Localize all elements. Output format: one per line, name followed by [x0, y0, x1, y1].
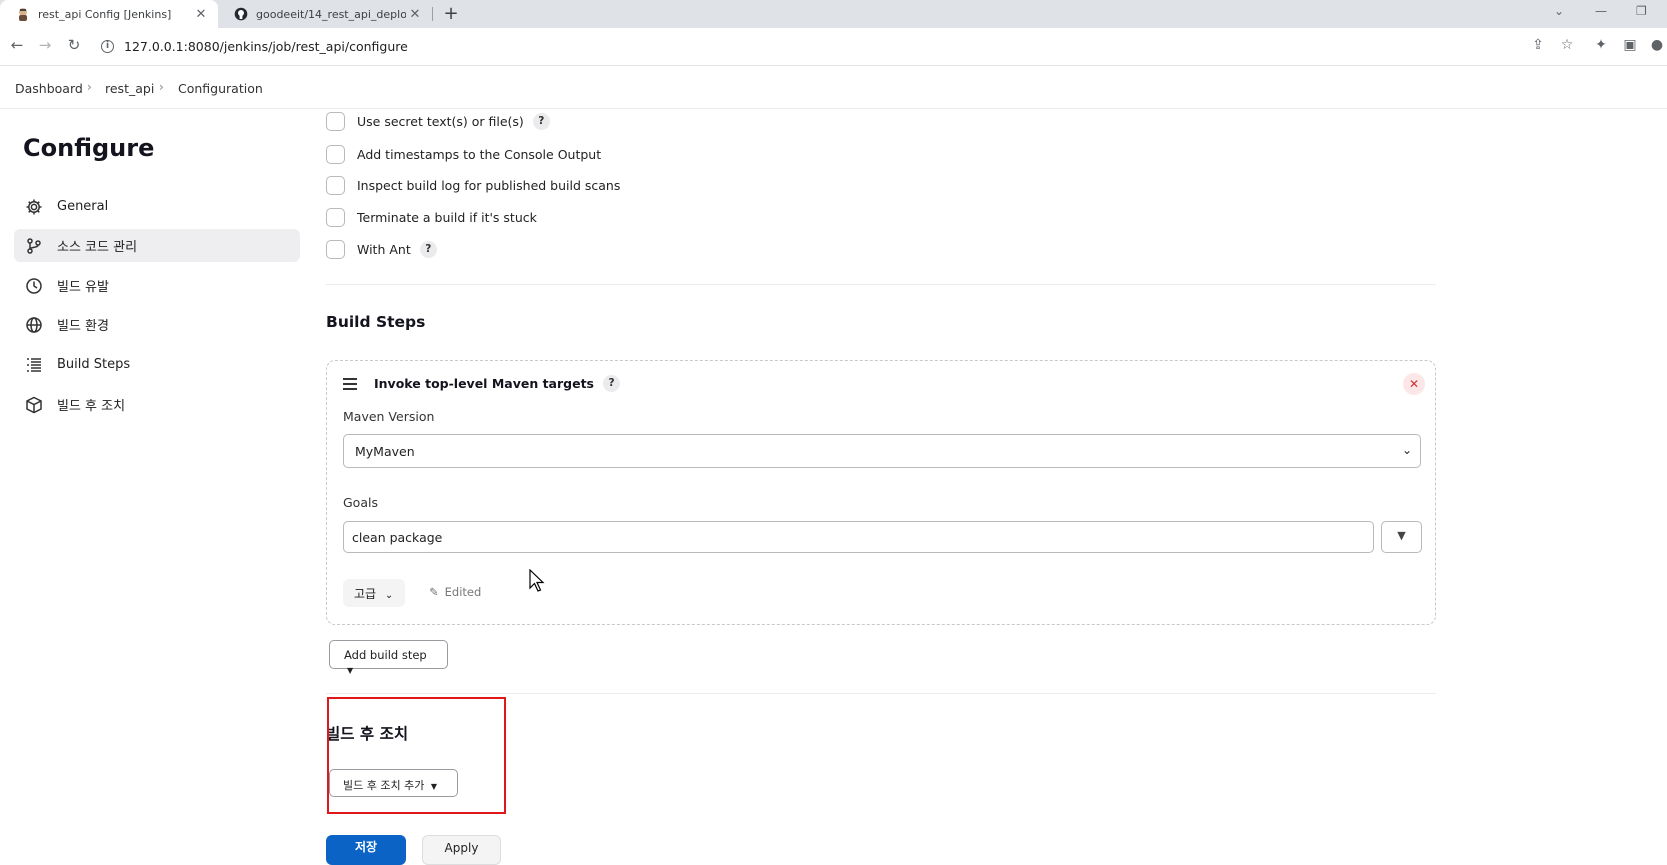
bookmark-star-icon[interactable]: ☆ [1558, 37, 1576, 53]
chevron-down-icon: ⌄ [384, 590, 394, 601]
option-label: Terminate a build if it's stuck [357, 209, 537, 225]
maven-version-select[interactable]: MyMaven ⌄ [343, 434, 1421, 468]
help-icon[interactable]: ? [419, 240, 437, 258]
tab-github[interactable]: goodeeit/14_rest_api_deploy ✕ [218, 0, 432, 28]
sidebar-item-label: 소스 코드 관리 [57, 240, 138, 255]
new-tab-icon[interactable]: + [440, 3, 462, 24]
checkbox[interactable] [326, 111, 345, 131]
chevron-down-icon: ⌄ [1401, 443, 1412, 457]
pencil-icon: ✎ [429, 585, 439, 599]
build-steps-heading: Build Steps [326, 313, 426, 331]
breadcrumb-configuration[interactable]: Configuration [178, 81, 263, 96]
reload-icon[interactable]: ↻ [64, 36, 84, 54]
sidebar-item-build-triggers[interactable]: 빌드 유발 [14, 269, 300, 302]
build-step-card: Invoke top-level Maven targets ? ✕ Maven… [326, 360, 1436, 625]
option-label: With Ant [357, 241, 411, 257]
maven-version-label: Maven Version [343, 409, 435, 424]
build-step-title-text: Invoke top-level Maven targets [374, 376, 594, 391]
goals-input[interactable]: clean package [343, 521, 1374, 553]
edited-label: Edited [444, 585, 482, 599]
advanced-button[interactable]: 고급 ⌄ [343, 579, 405, 607]
option-label: Use secret text(s) or file(s) [357, 113, 524, 129]
option-timestamps[interactable]: Add timestamps to the Console Output [326, 144, 601, 164]
sidebar-item-source-code[interactable]: 소스 코드 관리 [14, 229, 300, 262]
breadcrumb-chevron-icon: › [87, 80, 92, 94]
option-inspect-build-log[interactable]: Inspect build log for published build sc… [326, 175, 620, 195]
branch-icon [23, 235, 45, 257]
side-panel-icon[interactable]: ▣ [1621, 37, 1639, 53]
option-with-ant[interactable]: With Ant ? [326, 239, 437, 259]
browser-tabbar: rest_api Config [Jenkins] ✕ goodeeit/14_… [0, 0, 1667, 28]
breadcrumb-rest-api[interactable]: rest_api [105, 81, 154, 96]
tab-title: rest_api Config [Jenkins] [38, 7, 172, 21]
tab-separator [432, 7, 433, 21]
url-field[interactable]: 127.0.0.1:8080/jenkins/job/rest_api/conf… [124, 39, 408, 54]
profile-icon[interactable]: ● [1648, 37, 1666, 53]
section-divider [326, 284, 1436, 285]
caret-down-icon: ▼ [347, 666, 354, 675]
timer-icon [23, 275, 45, 297]
tab-search-icon[interactable]: ⌄ [1554, 4, 1564, 18]
build-step-title: Invoke top-level Maven targets ? [374, 375, 620, 392]
drag-handle-icon[interactable] [343, 378, 357, 393]
sidebar-item-label: Build Steps [57, 357, 131, 372]
add-build-step-label: Add build step [344, 648, 427, 662]
checkbox[interactable] [326, 239, 345, 259]
package-icon [23, 394, 45, 416]
option-terminate-stuck[interactable]: Terminate a build if it's stuck [326, 207, 537, 227]
checkbox[interactable] [326, 175, 345, 195]
sidebar-item-label: 빌드 환경 [57, 319, 109, 334]
jenkins-favicon-icon [16, 7, 30, 21]
mouse-cursor-icon [529, 568, 545, 597]
checkbox[interactable] [326, 207, 345, 227]
sidebar-item-post-build[interactable]: 빌드 후 조치 [14, 388, 300, 421]
back-icon[interactable]: ← [7, 36, 27, 54]
save-button[interactable]: 저장 [326, 835, 406, 865]
remove-step-icon[interactable]: ✕ [1403, 373, 1425, 395]
restore-icon[interactable]: ❐ [1636, 4, 1647, 18]
option-secret-text[interactable]: Use secret text(s) or file(s) ? [326, 111, 550, 131]
sidebar-item-general[interactable]: General [14, 190, 300, 223]
sidebar-item-label: 빌드 후 조치 [57, 399, 126, 414]
goals-label: Goals [343, 495, 378, 510]
tab-title: goodeeit/14_rest_api_deploy [256, 7, 406, 21]
sidebar-item-build-steps[interactable]: Build Steps [14, 348, 300, 381]
share-icon[interactable]: ⇪ [1529, 37, 1547, 53]
globe-icon [23, 314, 45, 336]
expand-goals-icon[interactable]: ▼ [1381, 521, 1422, 553]
address-bar: ← → ↻ i 127.0.0.1:8080/jenkins/job/rest_… [0, 28, 1667, 66]
tab-close-icon[interactable]: ✕ [192, 7, 210, 22]
apply-button[interactable]: Apply [422, 835, 501, 865]
github-favicon-icon [234, 7, 248, 21]
minimize-icon[interactable]: — [1595, 4, 1607, 18]
option-label: Add timestamps to the Console Output [357, 146, 602, 162]
section-divider [326, 693, 1436, 694]
sidebar-item-label: General [57, 199, 109, 214]
help-icon[interactable]: ? [602, 375, 620, 392]
breadcrumb-dashboard[interactable]: Dashboard [15, 81, 83, 96]
advanced-label: 고급 [354, 587, 377, 601]
highlight-box [327, 697, 506, 814]
extensions-icon[interactable]: ✦ [1592, 37, 1610, 53]
sidebar-item-build-env[interactable]: 빌드 환경 [14, 308, 300, 341]
list-icon [23, 354, 45, 376]
forward-icon[interactable]: → [35, 36, 55, 54]
breadcrumb: Dashboard › rest_api › Configuration [0, 67, 1667, 109]
add-build-step-button[interactable]: Add build step ▼ [329, 640, 448, 675]
gear-icon [23, 196, 45, 218]
breadcrumb-chevron-icon: › [159, 80, 164, 94]
help-icon[interactable]: ? [532, 112, 550, 130]
sidebar-item-label: 빌드 유발 [57, 280, 109, 295]
tab-jenkins-config[interactable]: rest_api Config [Jenkins] ✕ [0, 0, 218, 28]
page-title: Configure [23, 134, 155, 162]
checkbox[interactable] [326, 144, 345, 164]
maven-version-value: MyMaven [355, 444, 415, 459]
site-info-icon[interactable]: i [101, 40, 114, 53]
tab-close-icon[interactable]: ✕ [406, 7, 424, 22]
edited-indicator: ✎ Edited [429, 585, 481, 599]
option-label: Inspect build log for published build sc… [357, 177, 621, 193]
